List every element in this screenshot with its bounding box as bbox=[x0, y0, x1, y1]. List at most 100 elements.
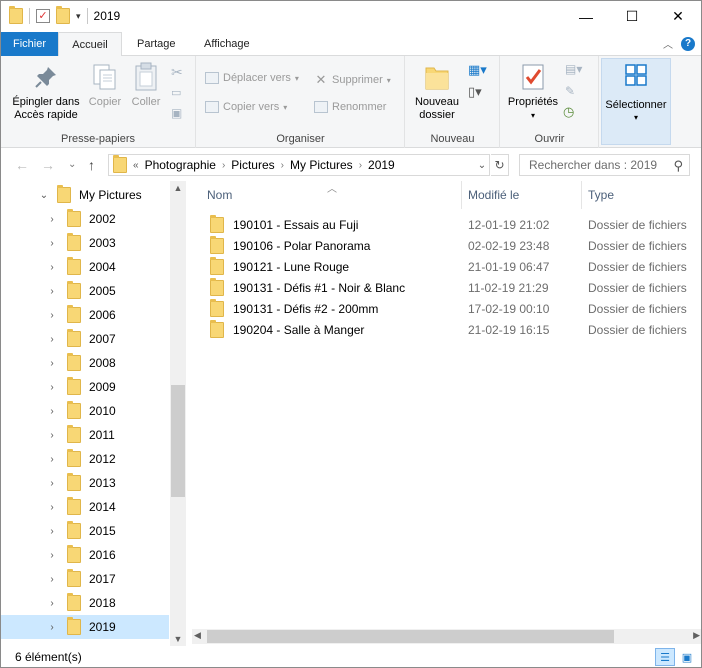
help-icon[interactable]: ? bbox=[681, 36, 695, 51]
chevron-right-icon[interactable]: › bbox=[45, 358, 59, 369]
tab-fichier[interactable]: Fichier bbox=[1, 32, 58, 56]
scroll-up-icon[interactable]: ▲ bbox=[170, 183, 186, 193]
maximize-button[interactable]: ☐ bbox=[609, 1, 655, 32]
open-icon[interactable]: ▤▾ bbox=[565, 62, 582, 76]
properties-qat-icon[interactable]: ✓ bbox=[36, 9, 50, 23]
pin-quick-access-button[interactable]: Épingler dans Accès rapide bbox=[7, 62, 85, 122]
tree-item-2018[interactable]: › 2018 bbox=[1, 591, 169, 615]
scroll-left-icon[interactable]: ◀ bbox=[194, 630, 201, 641]
chevron-right-icon[interactable]: › bbox=[359, 160, 362, 171]
tree-item-2004[interactable]: › 2004 bbox=[1, 255, 169, 279]
file-row[interactable]: 190131 - Défis #1 - Noir & Blanc 11-02-19… bbox=[204, 277, 701, 298]
scroll-down-icon[interactable]: ▼ bbox=[170, 634, 186, 644]
easy-access-icon[interactable]: ▯▾ bbox=[468, 84, 482, 100]
chevron-right-icon[interactable]: › bbox=[222, 160, 225, 171]
chevron-right-icon[interactable]: › bbox=[281, 160, 284, 171]
edit-icon[interactable]: ✎ bbox=[565, 84, 575, 98]
chevron-down-icon[interactable]: ⌄ bbox=[37, 190, 51, 201]
search-input[interactable]: Rechercher dans : 2019 ⚲ bbox=[519, 154, 690, 176]
nav-pane-scrollbar[interactable]: ▲ ▼ bbox=[170, 181, 186, 646]
copy-path-icon[interactable]: ▭ bbox=[171, 86, 181, 99]
details-view-icon[interactable]: ☰ bbox=[655, 648, 675, 666]
breadcrumb-my-pictures[interactable]: My Pictures bbox=[290, 158, 353, 172]
chevron-right-icon[interactable]: › bbox=[45, 454, 59, 465]
scroll-right-icon[interactable]: ▶ bbox=[693, 630, 700, 641]
tree-item-2005[interactable]: › 2005 bbox=[1, 279, 169, 303]
file-row[interactable]: 190101 - Essais au Fuji 12-01-19 21:02 Dos… bbox=[204, 214, 701, 235]
chevron-right-icon[interactable]: › bbox=[45, 310, 59, 321]
tree-item-2007[interactable]: › 2007 bbox=[1, 327, 169, 351]
tree-item-2010[interactable]: › 2010 bbox=[1, 399, 169, 423]
file-row[interactable]: 190106 - Polar Panorama 02-02-19 23:48 Dos… bbox=[204, 235, 701, 256]
chevron-right-icon[interactable]: › bbox=[45, 238, 59, 249]
large-icons-view-icon[interactable]: ▣ bbox=[677, 648, 697, 666]
paste-button[interactable]: Coller bbox=[127, 62, 165, 109]
history-icon[interactable]: ◷ bbox=[563, 104, 574, 120]
paste-shortcut-icon[interactable]: ▣ bbox=[171, 106, 182, 120]
copy-to-button[interactable]: Copier vers ▾ bbox=[205, 101, 287, 113]
file-row[interactable]: 190121 - Lune Rouge 21-01-19 06:47 Dossier… bbox=[204, 256, 701, 277]
tree-item-2008[interactable]: › 2008 bbox=[1, 351, 169, 375]
chevron-right-icon[interactable]: › bbox=[45, 382, 59, 393]
overflow-crumbs-button[interactable]: « bbox=[133, 160, 139, 171]
chevron-right-icon[interactable]: › bbox=[45, 598, 59, 609]
tab-affichage[interactable]: Affichage bbox=[192, 32, 262, 56]
collapse-ribbon-icon[interactable]: ︿ bbox=[663, 36, 673, 51]
chevron-right-icon[interactable]: › bbox=[45, 286, 59, 297]
up-button[interactable]: ↑ bbox=[88, 157, 95, 173]
tree-item-2013[interactable]: › 2013 bbox=[1, 471, 169, 495]
address-bar[interactable]: « Photographie › Pictures › My Pictures … bbox=[108, 154, 490, 176]
move-to-button[interactable]: Déplacer vers ▾ bbox=[205, 72, 299, 84]
chevron-right-icon[interactable]: › bbox=[45, 574, 59, 585]
column-divider[interactable] bbox=[461, 181, 462, 209]
chevron-right-icon[interactable]: › bbox=[45, 478, 59, 489]
close-button[interactable]: ✕ bbox=[655, 1, 701, 32]
rename-button[interactable]: Renommer bbox=[314, 101, 386, 113]
address-dropdown-icon[interactable]: ⌄ bbox=[474, 154, 490, 176]
chevron-right-icon[interactable]: › bbox=[45, 262, 59, 273]
recent-locations-dropdown[interactable]: ⌄ bbox=[68, 159, 76, 170]
scrollbar-thumb[interactable] bbox=[207, 630, 614, 643]
file-row[interactable]: 190131 - Défis #2 - 200mm 17-02-19 00:10 D… bbox=[204, 298, 701, 319]
back-button[interactable]: ← bbox=[15, 157, 29, 173]
chevron-right-icon[interactable]: › bbox=[45, 502, 59, 513]
tree-item-2014[interactable]: › 2014 bbox=[1, 495, 169, 519]
tab-partage[interactable]: Partage bbox=[125, 32, 188, 56]
tree-item-2019[interactable]: › 2019 bbox=[1, 615, 169, 639]
tree-item-2015[interactable]: › 2015 bbox=[1, 519, 169, 543]
file-row[interactable]: 190204 - Salle à Manger 21-02-19 16:15 Dos… bbox=[204, 319, 701, 340]
chevron-right-icon[interactable]: › bbox=[45, 406, 59, 417]
tree-item-2003[interactable]: › 2003 bbox=[1, 231, 169, 255]
tree-item-2002[interactable]: › 2002 bbox=[1, 207, 169, 231]
column-header-name[interactable]: Nom bbox=[207, 181, 232, 209]
breadcrumb-2019[interactable]: 2019 bbox=[368, 158, 395, 172]
tree-item-2016[interactable]: › 2016 bbox=[1, 543, 169, 567]
chevron-right-icon[interactable]: › bbox=[45, 334, 59, 345]
chevron-right-icon[interactable]: › bbox=[45, 622, 59, 633]
tab-accueil[interactable]: Accueil bbox=[58, 32, 122, 57]
copy-button[interactable]: Copier bbox=[85, 62, 125, 109]
chevron-right-icon[interactable]: › bbox=[45, 214, 59, 225]
new-folder-qat-icon[interactable] bbox=[56, 6, 70, 24]
breadcrumb-pictures[interactable]: Pictures bbox=[231, 158, 274, 172]
tree-item-2011[interactable]: › 2011 bbox=[1, 423, 169, 447]
scrollbar-thumb[interactable] bbox=[171, 385, 185, 497]
chevron-right-icon[interactable]: › bbox=[45, 526, 59, 537]
new-item-icon[interactable]: ▦▾ bbox=[468, 62, 487, 78]
column-divider[interactable] bbox=[581, 181, 582, 209]
column-header-type[interactable]: Type bbox=[588, 181, 614, 209]
tree-item-2009[interactable]: › 2009 bbox=[1, 375, 169, 399]
tree-item-my-pictures[interactable]: ⌄ My Pictures bbox=[1, 183, 169, 207]
minimize-button[interactable]: — bbox=[563, 1, 609, 32]
breadcrumb-photographie[interactable]: Photographie bbox=[145, 158, 216, 172]
new-folder-button[interactable]: Nouveau dossier bbox=[408, 62, 466, 122]
tree-item-2006[interactable]: › 2006 bbox=[1, 303, 169, 327]
column-header-modified[interactable]: Modifié le bbox=[468, 181, 519, 209]
file-list-horizontal-scrollbar[interactable]: ◀ ▶ bbox=[192, 629, 701, 644]
cut-icon[interactable]: ✂ bbox=[171, 64, 183, 81]
forward-button[interactable]: → bbox=[41, 157, 55, 173]
refresh-button[interactable]: ↻ bbox=[491, 154, 509, 176]
chevron-right-icon[interactable]: › bbox=[45, 430, 59, 441]
tree-item-2017[interactable]: › 2017 bbox=[1, 567, 169, 591]
delete-button[interactable]: ✕ Supprimer ▾ bbox=[314, 72, 391, 88]
